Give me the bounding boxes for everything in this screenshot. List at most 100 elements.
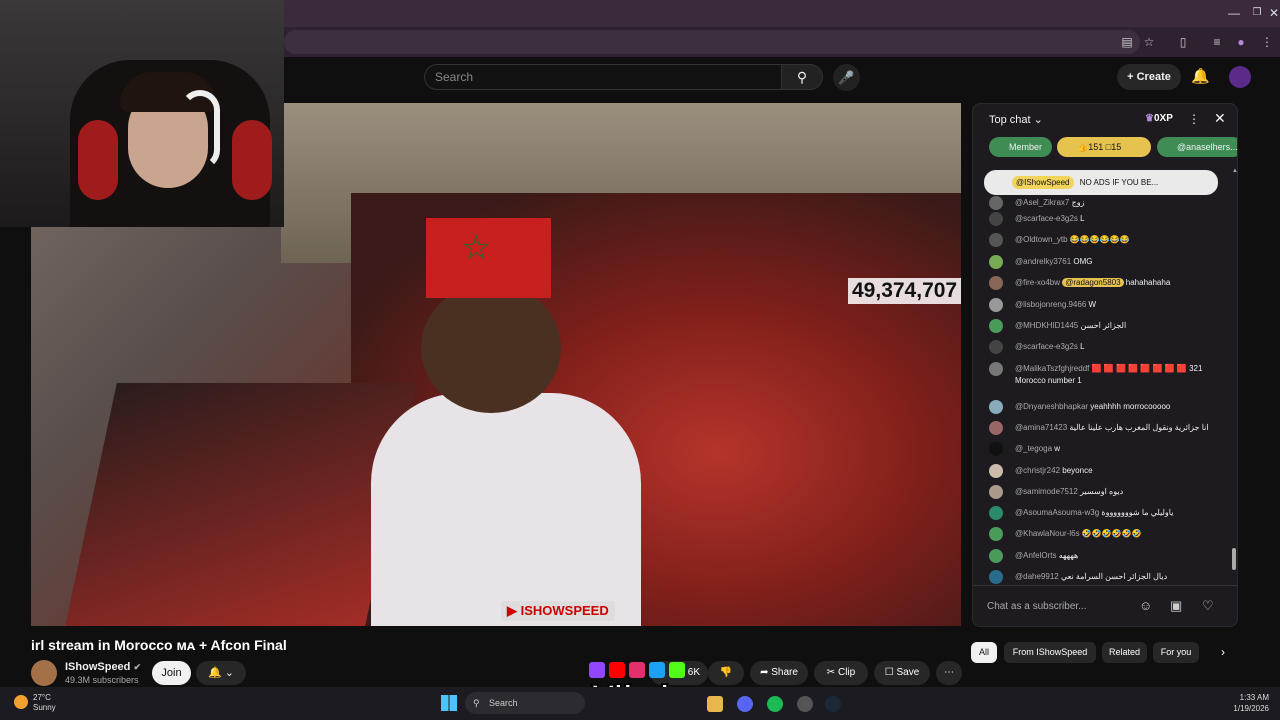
create-button[interactable]: + Create (1117, 64, 1181, 90)
xp-badge[interactable]: ♛0XP (1145, 113, 1173, 124)
chat-mention[interactable]: @radagon5803 (1062, 278, 1124, 287)
subscribe-bell-button[interactable]: 🔔 ⌄ (196, 661, 246, 685)
dislike-button[interactable]: 👎 (708, 661, 744, 685)
heart-icon[interactable]: ♡ (1202, 598, 1214, 614)
steam-icon[interactable] (825, 696, 841, 712)
chat-username[interactable]: @christjr242 (1015, 466, 1060, 475)
obs-icon[interactable] (797, 696, 813, 712)
xp-value: 0XP (1153, 113, 1173, 124)
channel-avatar[interactable] (31, 660, 57, 686)
address-bar[interactable] (284, 30, 1140, 54)
bookmark-star-icon[interactable]: ☆ (1140, 33, 1158, 51)
pinned-message[interactable]: @IShowSpeed NO ADS IF YOU BE... (984, 170, 1218, 195)
filter-for-you[interactable]: For you (1153, 642, 1199, 663)
polls-chip[interactable]: 👍151 □15 (1057, 137, 1151, 157)
chat-mode-select[interactable]: Top chat ⌄ (989, 113, 1043, 126)
chat-scrollbar-thumb[interactable] (1232, 548, 1236, 570)
save-label: Save (896, 667, 920, 678)
chat-message: @scarface-e3g2s L (989, 212, 1225, 232)
system-clock[interactable]: 1:33 AM 1/19/2026 (1214, 692, 1269, 714)
channel-name[interactable]: IShowSpeed ✔ (65, 661, 141, 673)
thumbs-down-icon: 👎 (719, 667, 733, 678)
chat-divider (973, 585, 1237, 586)
save-button[interactable]: ☐ Save (874, 661, 930, 685)
filter-related[interactable]: Related (1102, 642, 1147, 663)
chat-username[interactable]: @AsoumaAsouma-w3g (1015, 508, 1099, 517)
browser-menu-icon[interactable]: ⋮ (1258, 33, 1276, 51)
chat-text: L (1080, 214, 1085, 223)
chat-username[interactable]: @AnfelOrts (1015, 551, 1056, 560)
join-button[interactable]: Join (152, 661, 191, 685)
spotify-icon[interactable] (767, 696, 783, 712)
chat-username[interactable]: @MHDKHID1445 (1015, 321, 1078, 330)
search-button[interactable]: ⚲ (781, 64, 823, 90)
chat-text: OMG (1073, 257, 1093, 266)
filter-from-channel[interactable]: From IShowSpeed (1004, 642, 1096, 663)
super-chat-icon[interactable]: ▣ (1170, 598, 1182, 614)
chat-username[interactable]: @fire-xo4bw (1015, 278, 1060, 287)
chat-message: @amina71423 انا جزائرية ونقول المغرب هار… (989, 421, 1225, 441)
headphones-icon (180, 90, 220, 170)
account-avatar[interactable] (1229, 66, 1251, 88)
minimize-icon[interactable]: — (1222, 4, 1246, 22)
create-label: Create (1136, 71, 1171, 83)
scroll-up-icon[interactable]: ▲ (1232, 168, 1237, 174)
chat-username[interactable]: @scarface-e3g2s (1015, 342, 1078, 351)
discord-icon[interactable] (737, 696, 753, 712)
mic-button[interactable]: 🎤 (833, 64, 860, 91)
share-button[interactable]: ➦ Share (750, 661, 808, 685)
chat-close-icon[interactable]: ✕ (1214, 110, 1226, 127)
instagram-icon (629, 662, 645, 678)
chat-input[interactable]: Chat as a subscriber... (987, 596, 1147, 618)
file-explorer-icon[interactable] (707, 696, 723, 712)
taskbar-search-label: Search (489, 698, 518, 708)
chip-label: 151 (1088, 142, 1104, 152)
chat-username[interactable]: @Oldtown_ytb (1015, 235, 1068, 244)
weather-widget[interactable]: 27°C Sunny (33, 693, 56, 713)
more-actions-button[interactable]: ⋯ (936, 661, 962, 685)
chat-username[interactable]: @amina71423 (1015, 423, 1067, 432)
reading-list-icon[interactable]: ≡ (1208, 33, 1226, 51)
emoji-icon[interactable]: ☺ (1139, 598, 1152, 613)
chat-username[interactable]: @dahe9912 (1015, 572, 1059, 581)
search-input[interactable]: Search (424, 64, 782, 90)
chat-username[interactable]: @samimode7512 (1015, 487, 1078, 496)
user-chip[interactable]: @anaselhers... (1157, 137, 1237, 157)
mic-icon: 🎤 (838, 70, 855, 85)
chat-text: 🤣🤣🤣🤣🤣🤣 (1081, 529, 1142, 538)
filter-all[interactable]: All (971, 642, 997, 663)
chat-scrollbar[interactable]: ▲ (1232, 168, 1237, 578)
notifications-bell-icon[interactable]: 🔔 (1191, 67, 1210, 85)
video-watermark: ▶ ISHOWSPEED (501, 601, 615, 621)
taskbar-search[interactable]: ⚲ Search (465, 692, 585, 714)
chat-text: yeahhhh morrocooooo (1090, 402, 1171, 411)
weather-icon[interactable] (14, 695, 28, 709)
chat-messages: @Asel_Zikrax7 زوج @scarface-e3g2s L @Old… (973, 194, 1233, 584)
chat-username[interactable]: @lisbojonreng.9466 (1015, 300, 1086, 309)
chat-avatar (989, 298, 1003, 312)
extensions-icon[interactable]: ▯ (1174, 33, 1192, 51)
chat-text: W (1088, 300, 1097, 309)
chat-username[interactable]: @Dnyaneshbhapkar (1015, 402, 1088, 411)
video-frame-person (371, 393, 641, 626)
member-chip[interactable]: Member (989, 137, 1052, 157)
chat-avatar (989, 421, 1003, 435)
profile-icon[interactable]: ● (1232, 33, 1250, 51)
chat-username[interactable]: @Asel_Zikrax7 (1015, 198, 1069, 207)
share-icon: ➦ (760, 667, 772, 678)
chat-text: زوج (1071, 198, 1085, 207)
view-counter: 49,374,707 (848, 278, 961, 304)
chat-username[interactable]: @scarface-e3g2s (1015, 214, 1078, 223)
chevron-right-icon[interactable]: › (1211, 642, 1235, 663)
close-icon[interactable]: ✕ (1262, 4, 1280, 22)
clip-button[interactable]: ✂ Clip (814, 661, 868, 685)
chat-username[interactable]: @KhawlaNour-l6s (1015, 529, 1080, 538)
chat-username[interactable]: @MalikaTszfghjreddf (1015, 364, 1089, 373)
windows-start-icon[interactable] (441, 695, 457, 711)
chat-username[interactable]: @_tegoga (1015, 444, 1052, 453)
chat-username[interactable]: @andrelky3761 (1015, 257, 1071, 266)
cast-icon[interactable]: ▤ (1118, 33, 1136, 51)
plus-icon: + (1127, 71, 1137, 83)
chat-more-icon[interactable]: ⋮ (1188, 112, 1200, 126)
related-filters: All From IShowSpeed Related For you › (971, 642, 1241, 664)
